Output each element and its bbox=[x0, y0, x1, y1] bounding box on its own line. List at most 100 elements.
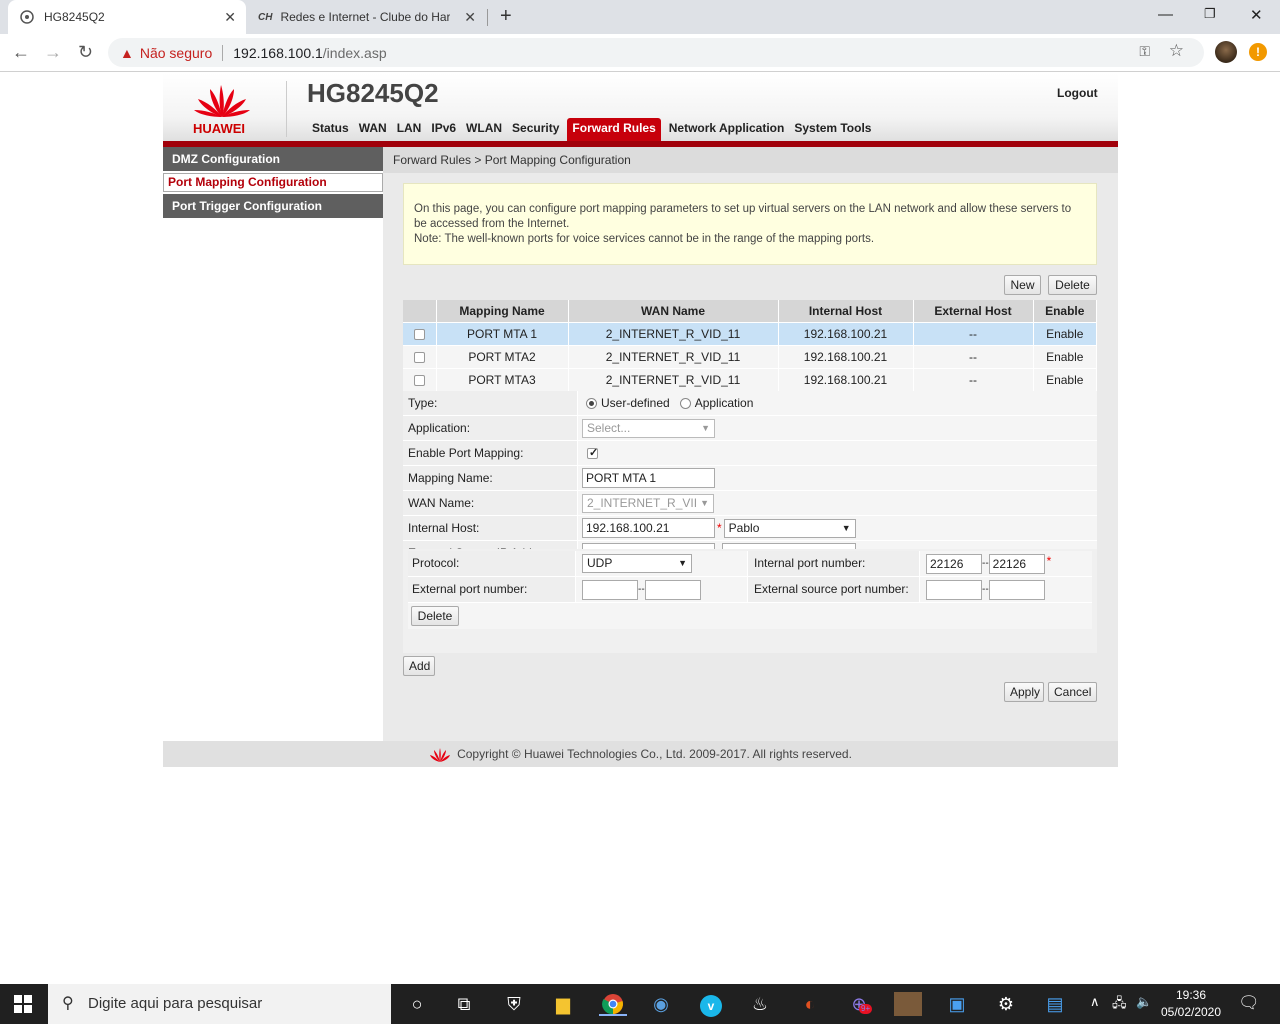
internal-host-input[interactable]: 192.168.100.21 bbox=[582, 518, 715, 538]
nav-wan[interactable]: WAN bbox=[354, 118, 392, 142]
chevron-down-icon: ▼ bbox=[700, 494, 709, 512]
settings-gear-icon[interactable]: ⚙ bbox=[992, 992, 1020, 1016]
nav-network-application[interactable]: Network Application bbox=[664, 118, 790, 142]
enable-port-mapping-checkbox[interactable]: ✓ bbox=[587, 446, 599, 459]
chevron-up-icon[interactable]: ∧ bbox=[1090, 994, 1100, 1010]
host-device-select[interactable]: Pablo ▼ bbox=[723, 518, 856, 538]
file-explorer-icon[interactable]: ▆ bbox=[549, 992, 577, 1016]
delete-button[interactable]: Delete bbox=[1048, 275, 1097, 295]
cell-enable: Enable bbox=[1033, 367, 1097, 391]
row-checkbox[interactable] bbox=[413, 328, 425, 340]
bookmark-star-icon[interactable]: ☆ bbox=[1169, 41, 1184, 61]
user-defined-radio[interactable] bbox=[586, 397, 597, 409]
nav-ipv6[interactable]: IPv6 bbox=[426, 118, 461, 142]
application-label: Application: bbox=[403, 416, 578, 440]
internal-port-end-input[interactable]: 22126 bbox=[988, 553, 1045, 574]
forward-arrow-icon[interactable]: → bbox=[44, 42, 62, 63]
chevron-down-icon: ▼ bbox=[678, 558, 687, 568]
nav-status[interactable]: Status bbox=[307, 118, 354, 142]
external-source-port-end-input[interactable] bbox=[988, 579, 1045, 600]
clock-time: 19:36 bbox=[1175, 988, 1207, 1002]
steam-icon[interactable]: ♨ bbox=[746, 992, 774, 1016]
tab-separator bbox=[487, 9, 488, 26]
url-path: /index.asp bbox=[322, 44, 387, 61]
new-tab-plus-icon[interactable]: + bbox=[500, 5, 512, 28]
internal-port-start-input[interactable]: 22126 bbox=[926, 553, 982, 574]
table-row[interactable]: PORT MTA2 2_INTERNET_R_VID_11 192.168.10… bbox=[403, 344, 1097, 368]
cell-external-host: -- bbox=[913, 321, 1034, 345]
enable-row: Enable Port Mapping: ✓ bbox=[403, 441, 1097, 466]
omnibox-divider bbox=[222, 44, 224, 61]
volume-icon[interactable]: 🔈 bbox=[1136, 994, 1152, 1010]
sidebar-item-port-mapping[interactable]: Port Mapping Configuration bbox=[163, 173, 383, 192]
nav-wlan[interactable]: WLAN bbox=[461, 118, 507, 142]
copyright-text: Copyright © Huawei Technologies Co., Ltd… bbox=[457, 747, 852, 761]
column-header: WAN Name bbox=[568, 300, 779, 322]
chrome-icon[interactable] bbox=[599, 992, 627, 1016]
address-bar[interactable]: ▲ Não seguro 192.168.100.1/index.asp ⚿ ☆ bbox=[108, 38, 1204, 67]
wan-name-select[interactable]: 2_INTERNET_R_VII ▼ bbox=[582, 493, 714, 513]
not-secure-label[interactable]: Não seguro bbox=[140, 45, 212, 61]
control-panel-icon[interactable]: ▤ bbox=[1041, 992, 1069, 1016]
mapping-name-input[interactable]: PORT MTA 1 bbox=[582, 468, 715, 488]
shield-icon[interactable]: ⛨ bbox=[500, 992, 528, 1016]
windows-start-icon[interactable] bbox=[14, 995, 32, 1013]
notification-badge: 9+ bbox=[859, 1004, 873, 1014]
key-icon[interactable]: ⚿ bbox=[1139, 43, 1150, 60]
table-row[interactable]: PORT MTA3 2_INTERNET_R_VID_11 192.168.10… bbox=[403, 367, 1097, 391]
host-device-value: Pablo bbox=[728, 520, 760, 535]
nav-lan[interactable]: LAN bbox=[392, 118, 427, 142]
application-radio[interactable] bbox=[679, 397, 691, 409]
cancel-button[interactable]: Cancel bbox=[1048, 682, 1097, 702]
add-button[interactable]: Add bbox=[403, 656, 435, 676]
nav-system-tools[interactable]: System Tools bbox=[789, 118, 876, 142]
close-tab-icon[interactable]: ✕ bbox=[464, 9, 476, 26]
chrome-logo-icon bbox=[602, 994, 623, 1015]
game-thumbnail-icon[interactable] bbox=[894, 992, 922, 1016]
close-tab-icon[interactable]: ✕ bbox=[224, 9, 236, 26]
table-row[interactable]: PORT MTA 1 2_INTERNET_R_VID_11 192.168.1… bbox=[403, 321, 1097, 345]
profile-avatar[interactable] bbox=[1215, 41, 1237, 63]
headset-app-icon[interactable]: ◉ bbox=[647, 992, 675, 1016]
sidebar-item-port-trigger[interactable]: Port Trigger Configuration bbox=[163, 194, 383, 218]
row-checkbox[interactable] bbox=[413, 351, 425, 363]
internal-host-label: Internal Host: bbox=[403, 516, 578, 540]
external-port-end-input[interactable] bbox=[644, 579, 701, 600]
vimeo-app-icon[interactable]: v bbox=[697, 992, 725, 1017]
tab-hg8245q2[interactable]: HG8245Q2 ✕ bbox=[8, 0, 246, 34]
tab-clube-do-hardware[interactable]: CH Redes e Internet - Clube do Hardw ✕ bbox=[250, 0, 486, 34]
window-close-icon[interactable]: ✕ bbox=[1250, 6, 1263, 24]
checkmark-icon: ✓ bbox=[589, 446, 599, 459]
new-button[interactable]: New bbox=[1004, 275, 1041, 295]
window-app-icon[interactable]: ▣ bbox=[943, 992, 971, 1016]
network-icon[interactable]: 🖧 bbox=[1112, 994, 1127, 1016]
sidebar-item-dmz[interactable]: DMZ Configuration bbox=[163, 147, 383, 171]
application-select[interactable]: Select... ▼ bbox=[582, 418, 715, 438]
external-port-label: External port number: bbox=[408, 577, 576, 602]
game-controller-icon[interactable]: ⊕ 9+ bbox=[845, 992, 873, 1016]
minimize-icon[interactable]: — bbox=[1158, 6, 1173, 23]
system-clock[interactable]: 19:36 05/02/2020 bbox=[1160, 987, 1222, 1021]
cortana-circle-icon[interactable]: ○ bbox=[403, 992, 431, 1016]
logout-link[interactable]: Logout bbox=[1057, 86, 1098, 100]
reload-icon[interactable]: ↻ bbox=[78, 42, 93, 63]
protocol-select[interactable]: UDP ▼ bbox=[582, 554, 692, 573]
taskbar-search-box[interactable]: ⚲ Digite aqui para pesquisar bbox=[48, 984, 391, 1024]
action-center-icon[interactable]: 🗨 bbox=[1238, 993, 1260, 1013]
apply-button[interactable]: Apply bbox=[1004, 682, 1044, 702]
ccleaner-icon[interactable]: ◐ bbox=[796, 992, 824, 1016]
restore-icon[interactable]: ❐ bbox=[1204, 6, 1216, 22]
task-view-icon[interactable]: ⧉ bbox=[450, 992, 478, 1016]
external-source-port-start-input[interactable] bbox=[926, 579, 982, 600]
nav-security[interactable]: Security bbox=[507, 118, 564, 142]
row-checkbox[interactable] bbox=[413, 375, 425, 387]
delete-port-button[interactable]: Delete bbox=[411, 606, 459, 626]
external-port-start-input[interactable] bbox=[582, 579, 638, 600]
update-alert-icon[interactable]: ! bbox=[1249, 43, 1267, 61]
back-arrow-icon[interactable]: ← bbox=[12, 42, 30, 63]
port-mapping-table: Mapping Name WAN Name Internal Host Exte… bbox=[403, 300, 1097, 391]
protocol-label: Protocol: bbox=[408, 551, 576, 576]
range-dash: -- bbox=[982, 584, 989, 595]
wan-name-row: WAN Name: 2_INTERNET_R_VII ▼ bbox=[403, 491, 1097, 516]
nav-forward-rules[interactable]: Forward Rules bbox=[567, 118, 661, 142]
